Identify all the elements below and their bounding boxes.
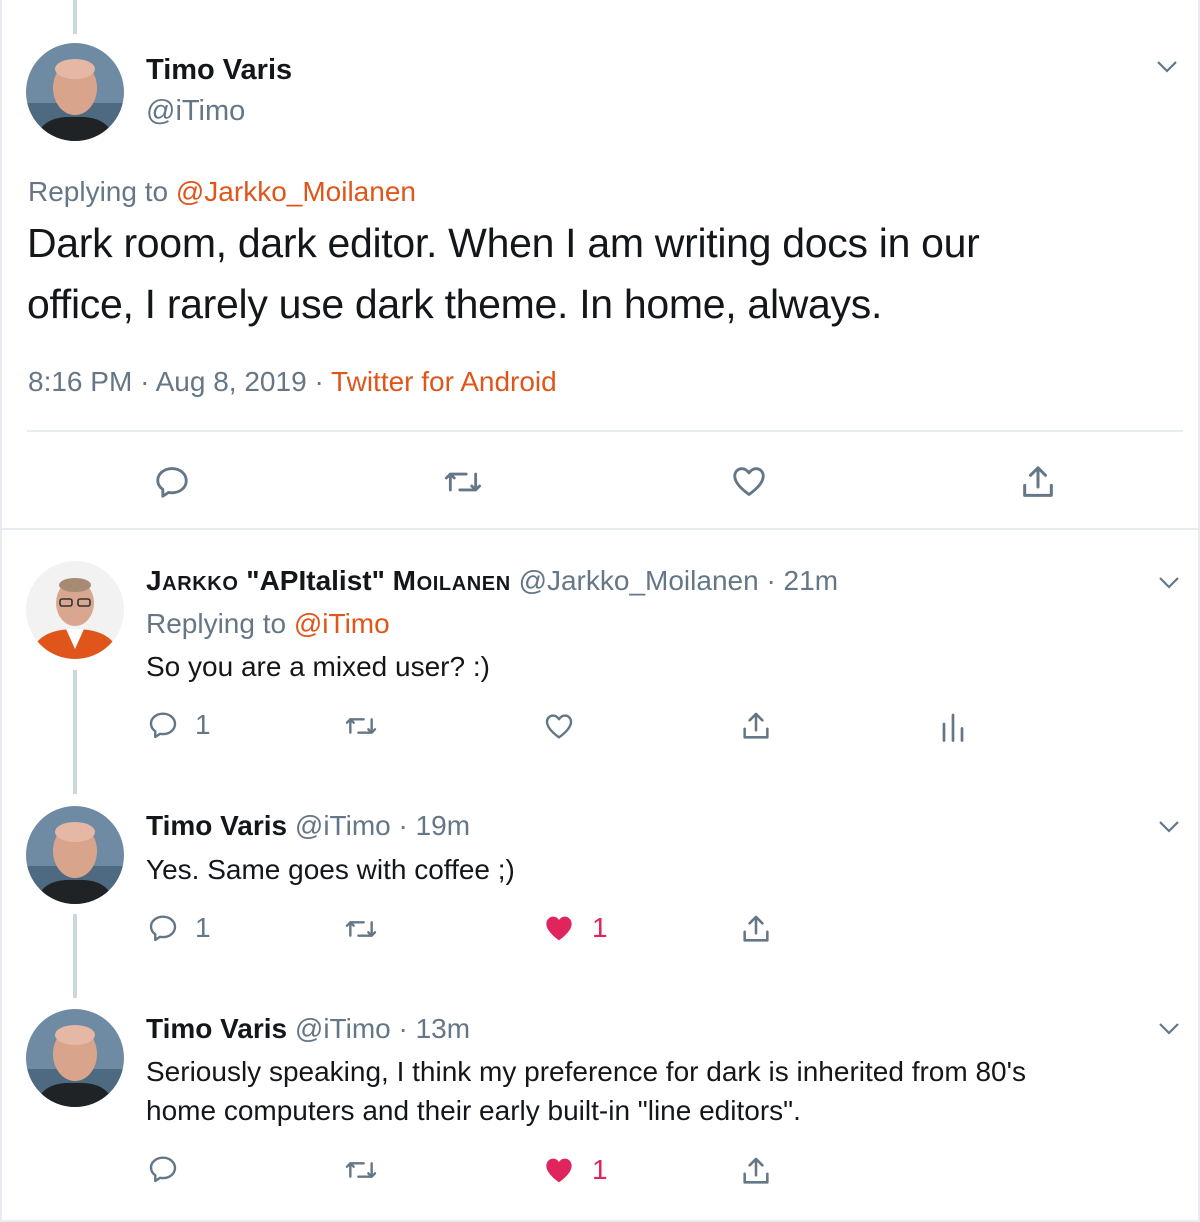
retweet-button[interactable] (442, 463, 484, 501)
share-button[interactable] (739, 709, 773, 743)
avatar-jarkko-image (26, 561, 124, 659)
chevron-down-icon[interactable] (1158, 576, 1180, 590)
reply-button[interactable] (147, 1153, 179, 1185)
retweet-button[interactable] (343, 1154, 379, 1186)
replying-to-label: Replying to (146, 608, 287, 639)
meta-separator: · (766, 565, 776, 596)
replying-to-link[interactable]: @Jarkko_Moilanen (176, 176, 416, 207)
analytics-button[interactable] (941, 712, 965, 742)
avatar[interactable] (26, 806, 124, 904)
tweet-time[interactable]: 21m (784, 565, 838, 596)
tweet-meta: 8:16 PM · Aug 8, 2019 · Twitter for Andr… (28, 366, 557, 398)
divider (27, 430, 1183, 432)
chevron-down-icon[interactable] (1158, 1022, 1180, 1036)
tweet-text-line-1: Seriously speaking, I think my preferenc… (146, 1056, 1026, 1087)
tweet-source-link[interactable]: Twitter for Android (331, 366, 557, 397)
thread-connector (73, 914, 77, 998)
replying-to: Replying to @iTimo (146, 608, 390, 640)
meta-separator: · (398, 1013, 408, 1044)
like-count: 1 (592, 912, 608, 943)
reply-icon (149, 915, 177, 942)
tweet-text: Yes. Same goes with coffee ;) (146, 854, 515, 885)
heart-filled-icon (546, 916, 572, 941)
author-handle[interactable]: @iTimo (295, 810, 391, 841)
thread-connector (73, 670, 77, 794)
tweet-time[interactable]: 13m (416, 1013, 470, 1044)
tweet-time[interactable]: 19m (416, 810, 470, 841)
replying-to-label: Replying to (28, 176, 169, 207)
author-name[interactable]: Timo Varis (146, 1013, 287, 1044)
share-button[interactable] (1018, 462, 1058, 502)
reply-count: 1 (195, 709, 211, 740)
like-button[interactable] (729, 462, 769, 500)
chevron-down-icon[interactable] (1156, 60, 1178, 74)
heart-filled-icon (546, 1158, 572, 1183)
retweet-icon (345, 718, 377, 734)
share-icon (1023, 466, 1053, 497)
author-name[interactable]: Timo Varis (146, 54, 292, 87)
like-count: 1 (592, 1154, 608, 1185)
tweet-thread-page: Timo Varis @iTimo Replying to @Jarkko_Mo… (0, 0, 1200, 1222)
avatar-timo-image (26, 1009, 124, 1107)
retweet-icon (444, 472, 482, 492)
tweet-text-line-1: Dark room, dark editor. When I am writin… (27, 220, 980, 266)
retweet-button[interactable] (343, 913, 379, 945)
reply-icon (149, 1156, 177, 1183)
reply-icon (156, 467, 188, 498)
author-name-nickname: "APItalist" (246, 565, 385, 596)
meta-separator: · (398, 810, 408, 841)
avatar[interactable] (26, 1009, 124, 1107)
retweet-button[interactable] (343, 710, 379, 742)
author-name[interactable]: Jarkko "APItalist" Moilanen (146, 565, 511, 596)
author-name-first: Jarkko (146, 565, 239, 596)
author-name[interactable]: Timo Varis (146, 810, 287, 841)
reply-header: Jarkko "APItalist" Moilanen @Jarkko_Moil… (146, 565, 838, 597)
tweet-text-line-2: home computers and their early built-in … (146, 1095, 801, 1126)
thread-connector (73, 0, 77, 34)
like-button[interactable]: 1 (542, 1154, 608, 1186)
reply-icon (149, 712, 177, 739)
like-icon (733, 467, 765, 496)
like-icon (545, 714, 573, 739)
share-icon (743, 1157, 769, 1184)
replying-to-link[interactable]: @iTimo (294, 608, 390, 639)
reply-count: 1 (195, 912, 211, 943)
like-button[interactable]: 1 (542, 912, 608, 944)
author-handle[interactable]: @iTimo (146, 95, 245, 128)
meta-separator: · (140, 366, 150, 397)
retweet-icon (345, 921, 377, 937)
analytics-icon (942, 713, 964, 742)
reply-button[interactable] (153, 463, 191, 501)
reply-header: Timo Varis @iTimo · 19m (146, 810, 470, 842)
tweet-text-line-2: office, I rarely use dark theme. In home… (27, 281, 883, 327)
avatar[interactable] (26, 561, 124, 659)
share-icon (743, 712, 769, 739)
tweet-time[interactable]: 8:16 PM (28, 366, 132, 397)
share-icon (743, 915, 769, 942)
reply-button[interactable]: 1 (147, 912, 211, 944)
reply-button[interactable]: 1 (147, 709, 211, 741)
meta-separator: · (314, 366, 324, 397)
chevron-down-icon[interactable] (1158, 820, 1180, 834)
share-button[interactable] (739, 1154, 773, 1188)
share-button[interactable] (739, 912, 773, 946)
section-divider (2, 528, 1198, 530)
like-button[interactable] (542, 710, 576, 742)
avatar-timo-image (26, 43, 124, 141)
replying-to: Replying to @Jarkko_Moilanen (28, 176, 416, 208)
retweet-icon (345, 1162, 377, 1178)
avatar[interactable] (26, 43, 124, 141)
avatar-timo-image (26, 806, 124, 904)
author-name-last: Moilanen (392, 565, 511, 596)
author-handle[interactable]: @Jarkko_Moilanen (519, 565, 759, 596)
author-handle[interactable]: @iTimo (295, 1013, 391, 1044)
tweet-date[interactable]: Aug 8, 2019 (156, 366, 307, 397)
reply-header: Timo Varis @iTimo · 13m (146, 1013, 470, 1045)
tweet-text: So you are a mixed user? :) (146, 651, 490, 682)
